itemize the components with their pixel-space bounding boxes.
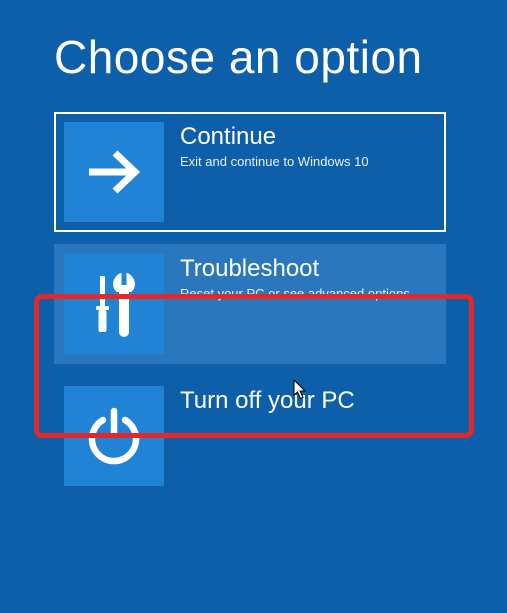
tools-icon: [64, 254, 164, 354]
page-title: Choose an option: [54, 30, 507, 84]
option-text: Troubleshoot Reset your PC or see advanc…: [180, 254, 410, 303]
option-continue[interactable]: Continue Exit and continue to Windows 10: [54, 112, 446, 232]
option-troubleshoot[interactable]: Troubleshoot Reset your PC or see advanc…: [54, 244, 446, 364]
option-text: Turn off your PC: [180, 386, 355, 418]
arrow-right-icon: [64, 122, 164, 222]
option-title: Continue: [180, 124, 369, 150]
option-title: Turn off your PC: [180, 388, 355, 414]
option-title: Troubleshoot: [180, 256, 410, 282]
power-icon: [64, 386, 164, 486]
option-turnoff[interactable]: Turn off your PC: [54, 376, 446, 496]
options-list: Continue Exit and continue to Windows 10: [0, 112, 507, 496]
option-desc: Reset your PC or see advanced options: [180, 286, 410, 303]
option-desc: Exit and continue to Windows 10: [180, 154, 369, 171]
option-text: Continue Exit and continue to Windows 10: [180, 122, 369, 171]
